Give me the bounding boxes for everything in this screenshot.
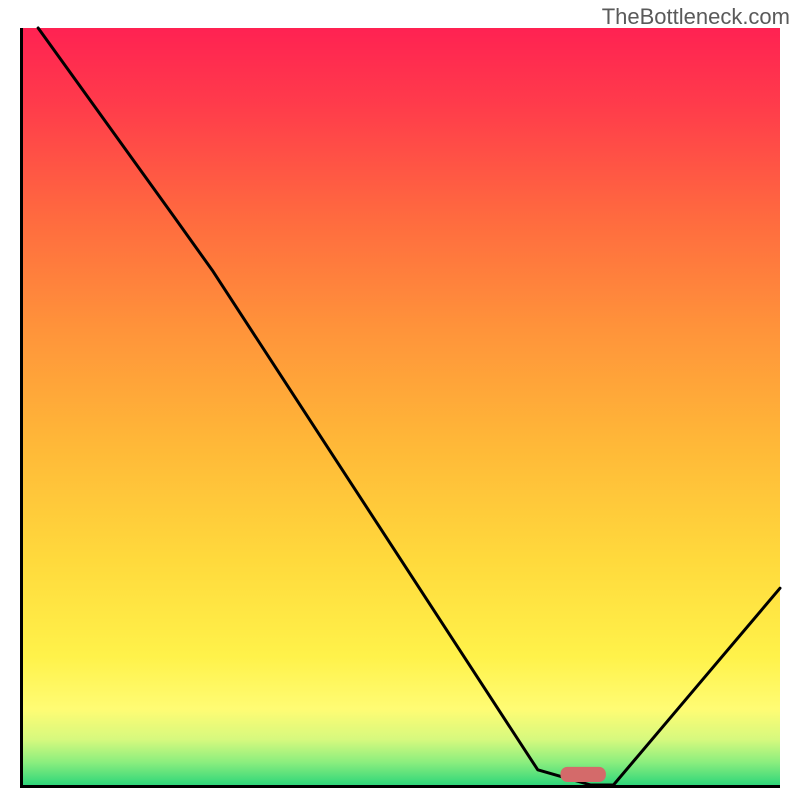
plot-area bbox=[20, 28, 780, 788]
watermark-text: TheBottleneck.com bbox=[602, 4, 790, 30]
optimal-range-marker bbox=[560, 767, 605, 782]
bottleneck-curve bbox=[38, 28, 780, 785]
chart-container: TheBottleneck.com bbox=[0, 0, 800, 800]
curve-svg bbox=[23, 28, 780, 785]
